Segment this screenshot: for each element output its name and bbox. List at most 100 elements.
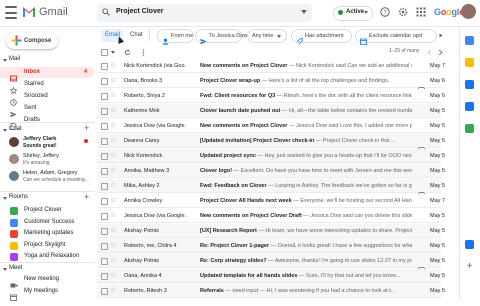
chat-name[interactable]: Shirley, Jeffery [23,153,59,159]
star-icon[interactable]: ☆ [110,212,116,219]
divider [0,191,95,192]
row-checkbox[interactable] [101,108,108,115]
row-checkbox[interactable] [101,168,108,175]
row-checkbox[interactable] [101,228,108,235]
star-icon[interactable]: ☆ [110,167,116,174]
row-checkbox[interactable] [101,213,108,220]
email-snippet: — Hi team, we have some interesting upda… [256,228,412,234]
meet-item[interactable]: My meetings [24,288,58,294]
row-checkbox[interactable] [101,198,108,205]
row-checkbox[interactable] [101,273,108,280]
google-logo-letter: G [434,7,441,17]
calendar-app-icon[interactable] [465,36,474,45]
email-subject-title: Re: Corp strategy slides? [200,258,267,264]
status-label: Active [346,9,365,15]
email-subject-title: Project Clover wrap-up [200,78,261,84]
room-item[interactable]: Project Clover [24,207,62,213]
star-icon[interactable]: ☆ [110,62,116,69]
people-app-icon[interactable] [465,240,474,249]
contacts-app-icon[interactable] [465,102,474,111]
help-icon[interactable]: ? [380,7,390,17]
email-subject: Project Clover All Hands next week — Eve… [200,198,412,204]
chat-preview: Sounds great! [23,143,57,149]
row-checkbox[interactable] [101,93,108,100]
chips-scroll-right-icon[interactable] [439,33,443,38]
chevron-down-icon[interactable] [3,129,7,132]
row-checkbox[interactable] [101,153,108,160]
filter-chip-label: Exclude calendar upd [369,33,422,39]
email-subject: Clover logo! — Excellent. Do have you ha… [200,168,412,174]
chevron-down-icon[interactable] [3,59,7,62]
row-checkbox[interactable] [101,123,108,130]
keep-app-icon[interactable] [465,58,474,67]
tab-chat[interactable]: Chat [130,32,143,38]
email-subject: [Updated invitation] Project Clover chec… [200,138,412,144]
star-icon[interactable]: ☆ [110,242,116,249]
new-room-icon[interactable]: + [84,193,89,202]
email-date: May 5 [430,258,445,264]
email-subject: Re: Corp strategy slides? — Awesome, tha… [200,258,412,264]
search-options-icon[interactable] [301,10,307,14]
star-icon [9,81,18,95]
sidebar-item-label: Snoozed [24,93,48,99]
search-icon[interactable] [102,8,110,16]
email-date: May 5 [430,138,445,144]
maps-app-icon[interactable] [465,124,474,133]
email-sender: Annika, Matthew 3 [124,168,170,174]
star-icon[interactable]: ☆ [110,107,116,114]
chat-preview: It's amazing [23,160,50,166]
room-item[interactable]: Yoga and Relaxation [24,253,79,259]
star-icon[interactable]: ☆ [110,257,116,264]
chat-name[interactable]: Helen, Adam, Gregory [23,170,77,176]
account-avatar[interactable] [461,4,476,19]
email-date: May 5 [430,168,445,174]
row-checkbox[interactable] [101,78,108,85]
star-icon[interactable]: ☆ [110,272,116,279]
room-item[interactable]: Customer Success [24,219,74,225]
star-icon[interactable]: ☆ [110,287,116,294]
email-subject: [UX] Research Report — Hi team, we have … [200,228,412,234]
email-subject: New comments on Project Clover Draft — J… [200,213,412,219]
email-snippet: — Nick Kortendick said Can we add an add… [287,63,412,69]
chat-name[interactable]: Jeffery Clark [23,136,56,142]
star-icon[interactable]: ☆ [110,152,116,159]
star-icon[interactable]: ☆ [110,122,116,129]
star-icon[interactable]: ☆ [110,227,116,234]
star-icon[interactable]: ☆ [110,197,116,204]
chevron-down-icon[interactable] [3,268,7,271]
chevron-down-icon[interactable] [111,51,115,54]
next-page-icon[interactable] [437,49,444,56]
row-checkbox[interactable] [101,258,108,265]
gear-icon[interactable] [398,7,408,17]
filter-chip-label: Any time [252,33,274,39]
star-icon[interactable]: ☆ [110,92,116,99]
select-all-checkbox[interactable] [101,49,108,56]
tasks-app-icon[interactable] [465,80,474,89]
more-vert-icon[interactable] [140,49,147,56]
email-date: May 7 [430,63,445,69]
room-icon [10,207,18,215]
row-checkbox[interactable] [101,288,108,295]
row-checkbox[interactable] [101,183,108,190]
apps-grid-icon[interactable] [416,7,426,17]
prev-page-icon[interactable] [426,49,433,56]
star-icon[interactable]: ☆ [110,137,116,144]
room-item[interactable]: Marketing updates [24,230,73,236]
meet-item[interactable]: New meeting [24,276,59,282]
email-subject-title: Referrals [200,288,224,294]
main-menu-icon[interactable] [5,6,17,19]
add-app-icon[interactable]: + [465,262,474,272]
refresh-icon[interactable] [124,49,131,56]
room-item[interactable]: Project Skylight [24,242,65,248]
search-input[interactable]: Project Clover [116,8,163,15]
email-subject-title: New comments on Project Clover Draft [200,213,302,219]
row-checkbox[interactable] [101,243,108,250]
star-icon[interactable]: ☆ [110,182,116,189]
row-checkbox[interactable] [101,138,108,145]
email-sender: Mika, Ashley 2 [124,183,160,189]
email-snippet: — Ritesh, here's the doc with all the cl… [275,93,412,99]
row-checkbox[interactable] [101,63,108,70]
star-icon[interactable]: ☆ [110,77,116,84]
email-date: May 5 [430,273,445,279]
chevron-down-icon[interactable] [3,197,7,200]
